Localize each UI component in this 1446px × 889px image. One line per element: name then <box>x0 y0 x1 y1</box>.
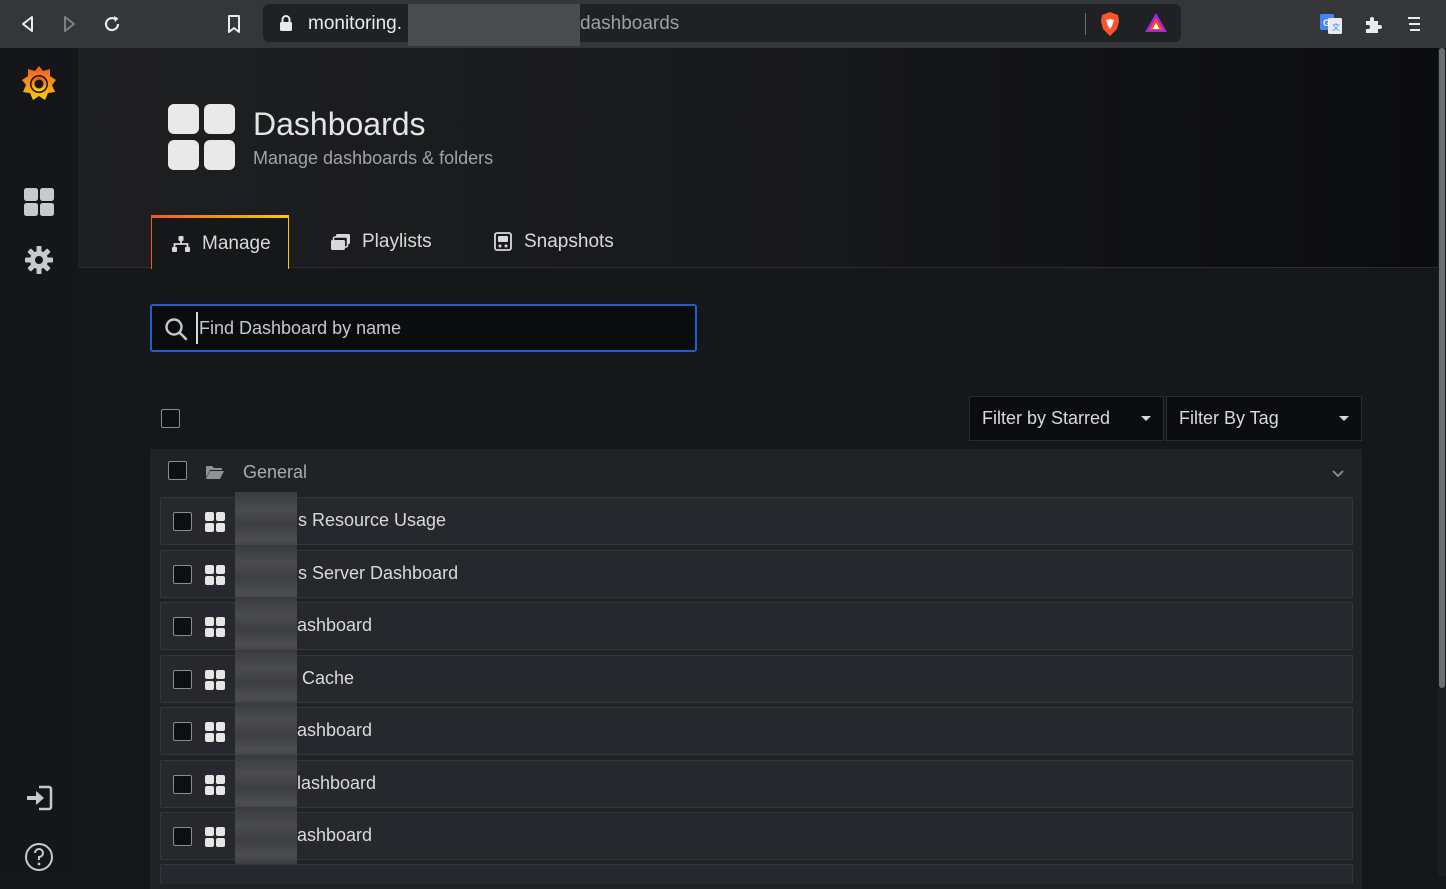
chevron-down-icon[interactable] <box>1331 466 1345 484</box>
back-icon[interactable] <box>14 10 42 38</box>
filter-starred-select[interactable]: Filter by Starred <box>969 396 1164 441</box>
search-box <box>150 304 697 352</box>
dashboard-row[interactable]: ashboard <box>160 702 1353 762</box>
caret-down-icon <box>1339 416 1349 421</box>
select-all-checkbox[interactable] <box>161 409 180 428</box>
sign-in-icon[interactable] <box>19 778 59 818</box>
address-bar[interactable]: monitoring. dashboards <box>263 4 1181 46</box>
dashboard-row[interactable]: Cache <box>160 650 1353 710</box>
url-path-text: dashboards <box>580 13 680 34</box>
dashboard-icon <box>205 827 225 847</box>
translate-icon[interactable]: G文 <box>1317 10 1345 38</box>
grafana-logo-icon[interactable] <box>19 64 59 104</box>
brave-rewards-icon[interactable] <box>1144 12 1168 39</box>
redacted-url-segment <box>408 4 580 46</box>
playlist-icon <box>331 233 350 250</box>
dashboard-name[interactable]: ashboard <box>297 720 372 741</box>
dashboard-row[interactable]: lashboard <box>160 755 1353 815</box>
redacted-text <box>235 702 297 762</box>
help-icon[interactable] <box>19 837 59 877</box>
search-icon <box>164 317 188 346</box>
svg-text:G: G <box>1323 18 1330 28</box>
svg-text:文: 文 <box>1332 22 1340 32</box>
row-checkbox[interactable] <box>173 565 192 584</box>
snapshot-icon <box>494 231 512 251</box>
scrollbar-thumb[interactable] <box>1439 48 1445 688</box>
tab-playlists-label: Playlists <box>362 230 432 252</box>
brave-shield-icon[interactable] <box>1099 11 1121 42</box>
extensions-icon[interactable] <box>1359 10 1387 38</box>
row-checkbox[interactable] <box>173 512 192 531</box>
dashboard-name[interactable]: s Resource Usage <box>298 510 446 531</box>
dashboard-name[interactable]: ashboard <box>297 615 372 636</box>
url-host-text: monitoring. <box>308 13 402 34</box>
dashboard-icon <box>205 670 225 690</box>
folder-open-icon <box>205 465 225 485</box>
sitemap-icon <box>172 235 190 252</box>
lock-icon <box>279 14 293 37</box>
main-content: Dashboards Manage dashboards & folders M… <box>78 48 1438 889</box>
row-checkbox[interactable] <box>173 617 192 636</box>
browser-toolbar: monitoring. dashboards G文 <box>0 0 1446 48</box>
folder-name[interactable]: General <box>243 462 307 483</box>
filter-tag-label: Filter By Tag <box>1179 408 1279 428</box>
row-checkbox[interactable] <box>173 775 192 794</box>
sidebar <box>0 48 78 876</box>
tab-snapshots[interactable]: Snapshots <box>493 215 614 268</box>
dashboard-row[interactable]: s Resource Usage <box>160 492 1353 552</box>
bookmark-icon[interactable] <box>220 10 248 38</box>
filter-starred-label: Filter by Starred <box>982 408 1111 428</box>
dashboard-name[interactable]: s Server Dashboard <box>298 563 458 584</box>
dashboard-row[interactable]: s Server Dashboard <box>160 545 1353 605</box>
dashboard-icon <box>205 565 225 585</box>
redacted-text <box>235 545 297 605</box>
menu-icon[interactable] <box>1400 10 1428 38</box>
redacted-text <box>235 492 297 552</box>
redacted-text <box>235 755 297 815</box>
dashboard-icon <box>205 722 225 742</box>
forward-icon[interactable] <box>55 10 83 38</box>
dashboard-row[interactable]: ashboard <box>160 807 1353 867</box>
dashboard-icon <box>205 512 225 532</box>
url-divider <box>1085 13 1086 35</box>
redacted-text <box>235 650 297 710</box>
dashboard-name[interactable]: Cache <box>302 668 354 689</box>
search-input[interactable] <box>196 312 676 344</box>
dashboard-name[interactable]: lashboard <box>297 773 376 794</box>
dashboard-row-partial[interactable] <box>160 864 1353 884</box>
dashboard-icon <box>205 775 225 795</box>
dashboard-row[interactable]: ashboard <box>160 597 1353 657</box>
row-checkbox[interactable] <box>173 827 192 846</box>
page-header: Dashboards Manage dashboards & folders M… <box>78 48 1438 269</box>
page-title: Dashboards <box>253 106 426 142</box>
gear-icon[interactable] <box>19 240 59 280</box>
row-checkbox[interactable] <box>173 722 192 741</box>
tab-snapshots-label: Snapshots <box>524 230 614 252</box>
redacted-text <box>235 807 297 867</box>
tab-manage-label: Manage <box>202 232 271 254</box>
caret-down-icon <box>1141 416 1151 421</box>
page-subtitle: Manage dashboards & folders <box>253 148 494 168</box>
dashboards-icon <box>168 104 236 170</box>
redacted-text <box>235 597 297 657</box>
reload-icon[interactable] <box>98 10 126 38</box>
filter-tag-select[interactable]: Filter By Tag <box>1166 396 1362 441</box>
page-scrollbar[interactable] <box>1438 48 1446 876</box>
dashboard-name[interactable]: ashboard <box>297 825 372 846</box>
row-checkbox[interactable] <box>173 670 192 689</box>
dashboards-icon[interactable] <box>19 182 59 222</box>
folder-checkbox[interactable] <box>168 461 187 480</box>
dashboard-icon <box>205 617 225 637</box>
tab-manage[interactable]: Manage <box>151 215 289 269</box>
tab-playlists[interactable]: Playlists <box>330 215 432 268</box>
